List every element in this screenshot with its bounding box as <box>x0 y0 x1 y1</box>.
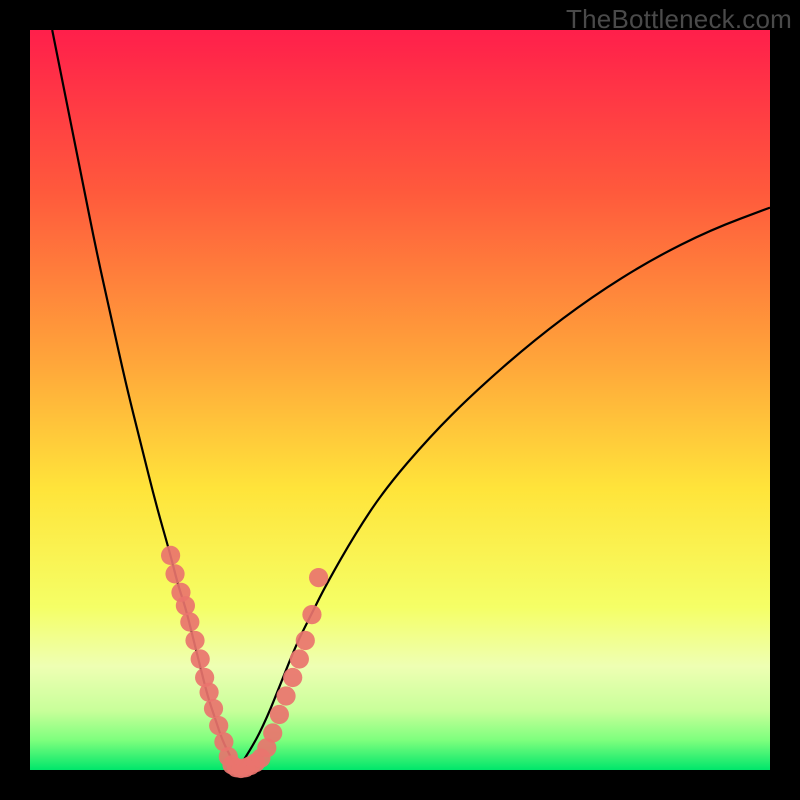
plot-area <box>30 30 770 770</box>
watermark-text: TheBottleneck.com <box>566 4 792 35</box>
scatter-dot <box>290 649 309 668</box>
scatter-dot <box>185 631 204 650</box>
scatter-dot <box>270 705 289 724</box>
scatter-dot <box>165 564 184 583</box>
scatter-dot <box>199 683 218 702</box>
chart-frame: TheBottleneck.com <box>0 0 800 800</box>
scatter-dot <box>296 631 315 650</box>
scatter-dot <box>204 699 223 718</box>
scatter-dot <box>209 716 228 735</box>
scatter-dot <box>176 596 195 615</box>
scatter-dot <box>161 546 180 565</box>
scatter-dot <box>276 686 295 705</box>
scatter-dot <box>191 649 210 668</box>
scatter-dot <box>302 605 321 624</box>
chart-svg <box>30 30 770 770</box>
scatter-dot <box>180 612 199 631</box>
scatter-dot <box>283 668 302 687</box>
scatter-dot <box>309 568 328 587</box>
curve-bottleneck-curve-right <box>237 208 770 770</box>
scatter-dot <box>263 723 282 742</box>
